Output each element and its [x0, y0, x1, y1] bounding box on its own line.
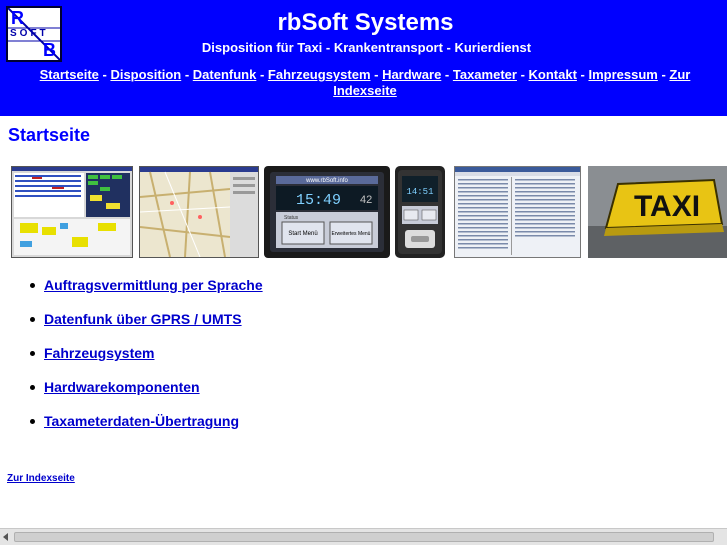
terminal-start-button-text: Start Menü: [288, 231, 317, 237]
top-navigation: Startseite - Disposition - Datenfunk - F…: [20, 67, 710, 99]
terminal-extended-button-text: Erweitertes Menü: [332, 231, 371, 237]
vehicle-terminal-image: www.rbSoft.info 15:49 42 Status Start Me…: [270, 172, 384, 252]
vehicle-terminal-screenshot[interactable]: www.rbSoft.info 15:49 42 Status Start Me…: [264, 166, 390, 258]
list-item: Auftragsvermittlung per Sprache: [0, 272, 263, 306]
site-title: rbSoft Systems: [277, 9, 454, 36]
footer-index-link[interactable]: Zur Indexseite: [7, 473, 75, 484]
map-screenshot[interactable]: [139, 166, 259, 258]
feature-link-taxameterdaten[interactable]: Taxameterdaten-Übertragung: [44, 413, 239, 429]
nav-separator: -: [657, 67, 670, 82]
taximeter-data-screenshot[interactable]: [454, 166, 581, 258]
nav-link-disposition[interactable]: Disposition: [110, 67, 181, 82]
list-item: Hardwarekomponenten: [0, 374, 263, 408]
terminal-status-text: Status: [284, 215, 299, 221]
taxi-sign-image: TAXI: [588, 166, 727, 258]
terminal-number-text: 42: [360, 194, 372, 206]
page-title: Startseite: [8, 125, 91, 145]
taxi-sign-photo[interactable]: TAXI: [588, 166, 727, 258]
horizontal-scrollbar[interactable]: [0, 528, 727, 545]
feature-link-datenfunk[interactable]: Datenfunk über GPRS / UMTS: [44, 311, 242, 327]
nav-separator: -: [98, 67, 111, 82]
feature-list: Auftragsvermittlung per Sprache Datenfun…: [0, 272, 263, 442]
feature-link-hardwarekomponenten[interactable]: Hardwarekomponenten: [44, 379, 200, 395]
map-image: [140, 167, 258, 257]
nav-separator: -: [370, 67, 383, 82]
site-tagline: Disposition für Taxi - Krankentransport …: [201, 40, 532, 55]
nav-link-fahrzeugsystem[interactable]: Fahrzeugsystem: [268, 67, 371, 82]
taximeter-data-image: [455, 167, 580, 255]
nav-link-impressum[interactable]: Impressum: [588, 67, 657, 82]
nav-separator: -: [576, 67, 589, 82]
nav-separator: -: [516, 67, 529, 82]
nav-separator: -: [256, 67, 268, 82]
dispatch-software-image: [12, 167, 132, 255]
dispatch-software-screenshot[interactable]: [11, 166, 133, 258]
nav-separator: -: [181, 67, 193, 82]
list-item: Taxameterdaten-Übertragung: [0, 408, 263, 442]
nav-link-kontakt[interactable]: Kontakt: [529, 67, 577, 82]
nav-link-startseite[interactable]: Startseite: [40, 67, 99, 82]
scroll-left-arrow-icon[interactable]: [3, 533, 8, 541]
list-item: Datenfunk über GPRS / UMTS: [0, 306, 263, 340]
nav-link-datenfunk[interactable]: Datenfunk: [193, 67, 257, 82]
handheld-clock-text: 14:51: [406, 187, 433, 197]
site-header: R SOFT B rbSoft Systems Disposition für …: [0, 0, 727, 116]
feature-link-sprache[interactable]: Auftragsvermittlung per Sprache: [44, 277, 263, 293]
nav-link-taxameter[interactable]: Taxameter: [453, 67, 517, 82]
list-item: Fahrzeugsystem: [0, 340, 263, 374]
terminal-url-text: www.rbSoft.info: [305, 178, 348, 184]
scrollbar-thumb[interactable]: [14, 532, 714, 542]
nav-link-hardware[interactable]: Hardware: [382, 67, 441, 82]
terminal-clock-text: 15:49: [296, 192, 341, 209]
handheld-device-image: 14:51: [398, 170, 442, 254]
feature-link-fahrzeugsystem[interactable]: Fahrzeugsystem: [44, 345, 154, 361]
nav-separator: -: [441, 67, 453, 82]
taxi-sign-text: TAXI: [634, 190, 700, 223]
handheld-device-screenshot[interactable]: 14:51: [395, 166, 445, 258]
